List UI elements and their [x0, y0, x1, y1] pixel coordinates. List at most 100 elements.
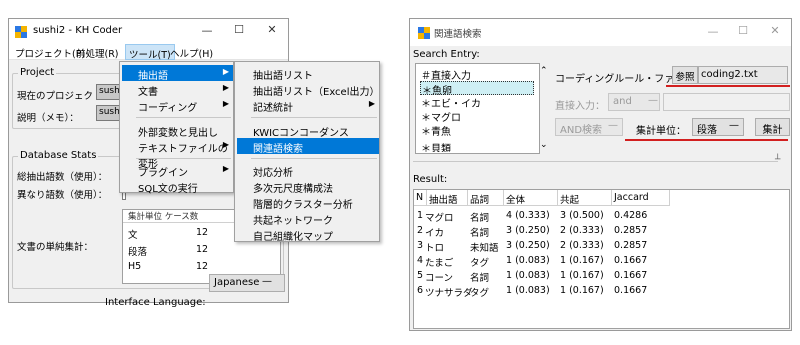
close-icon[interactable]: ✕ [257, 23, 287, 36]
menu-item-cooccurrence-network[interactable]: 共起ネットワーク [237, 210, 379, 227]
column-header-pos[interactable]: 品詞 [468, 190, 504, 206]
maximize-icon[interactable]: ☐ [728, 24, 758, 37]
direct-input-field[interactable] [663, 93, 790, 111]
minimize-icon[interactable]: — [192, 24, 222, 37]
cell-jaccard: 0.2857 [614, 240, 648, 251]
maximize-icon[interactable]: ☐ [224, 23, 254, 36]
cell-jaccard: 0.4286 [614, 210, 648, 221]
app-icon [418, 27, 430, 39]
search-entry-list[interactable]: ＃直接入力 ＊魚卵 ＊エビ・イカ ＊マグロ ＊青魚 ＊貝類 [415, 63, 540, 154]
cell-pos: 名詞 [470, 273, 490, 284]
unit-count: 12 [196, 227, 209, 238]
coding-file-field[interactable]: coding2.txt [698, 66, 788, 84]
menu-item-correspondence-analysis[interactable]: 対応分析 [237, 162, 379, 179]
total-words-label: 総抽出語数（使用）： [17, 172, 108, 183]
list-item[interactable]: ＊エビ・イカ [420, 95, 534, 110]
dropdown-arrow-icon[interactable]: — [729, 120, 739, 131]
menu-item-word-list[interactable]: 抽出語リスト [237, 65, 379, 82]
list-item[interactable]: ＊マグロ [420, 109, 534, 124]
interface-language-select[interactable]: Japanese [209, 274, 285, 292]
chevron-down-icon[interactable]: ⌄ [540, 140, 548, 150]
cell-cooccurrence: 2 (0.333) [560, 240, 604, 251]
cell-total: 3 (0.250) [506, 225, 550, 236]
cell-cooccurrence: 1 (0.167) [560, 285, 604, 296]
browse-button[interactable]: 参照 [672, 66, 698, 84]
aggregation-unit-label: 集計単位： [636, 126, 686, 137]
cell-jaccard: 0.2857 [614, 225, 648, 236]
menu-item-external-variables[interactable]: 外部変数と見出し [122, 122, 233, 139]
table-row[interactable]: 2 イカ 名詞 3 (0.250) 2 (0.333) 0.2857 [414, 224, 784, 239]
menu-item-descriptive-stats[interactable]: 記述統計 ▶ [237, 97, 379, 114]
aggregate-button[interactable]: 集計 [755, 118, 790, 136]
cell-total: 1 (0.083) [506, 270, 550, 281]
menu-item-text-transform[interactable]: テキストファイルの変形 ▶ [122, 138, 233, 170]
cell-cooccurrence: 1 (0.167) [560, 270, 604, 281]
direct-input-label: 直接入力： [555, 101, 605, 112]
cell-pos: タグ [470, 288, 490, 299]
cell-cooccurrence: 2 (0.333) [560, 225, 604, 236]
cell-cooccurrence: 3 (0.500) [560, 210, 604, 221]
list-item[interactable]: ＊青魚 [420, 123, 534, 138]
table-row[interactable]: 5 コーン 名詞 1 (0.083) 1 (0.167) 0.1667 [414, 269, 784, 284]
column-header-word[interactable]: 抽出語 [427, 190, 468, 206]
menu-item-word-list-excel[interactable]: 抽出語リスト（Excel出力） [237, 81, 380, 98]
list-item[interactable]: ＊貝類 [420, 140, 534, 152]
cell-total: 1 (0.083) [506, 255, 550, 266]
result-label: Result: [413, 174, 448, 185]
table-row[interactable]: 3 トロ 未知語 3 (0.250) 2 (0.333) 0.2857 [414, 239, 784, 254]
project-legend: Project [18, 67, 57, 78]
extracted-words-submenu: 抽出語リスト 抽出語リスト（Excel出力） 記述統計 ▶ KWICコンコーダン… [234, 61, 380, 243]
submenu-arrow-icon: ▶ [222, 140, 229, 149]
menu-bar: プロジェクト(P) 前処理(R) ツール(T) ヘルプ(H) [9, 44, 288, 61]
column-header-n[interactable]: N [414, 190, 427, 206]
menu-item-cluster-analysis[interactable]: 階層的クラスター分析 [237, 194, 379, 211]
result-table[interactable]: N 抽出語 品詞 全体 共起 Jaccard 1 マグロ 名詞 4 (0.333… [413, 189, 790, 329]
table-row[interactable]: 6 ツナサラダ タグ 1 (0.083) 1 (0.167) 0.1667 [414, 284, 784, 299]
title-bar[interactable]: 関連語検索 — ☐ ✕ [410, 19, 791, 46]
menu-preprocess[interactable]: 前処理(R) [73, 46, 122, 60]
submenu-arrow-icon: ▶ [222, 164, 229, 173]
submenu-arrow-icon: ▶ [222, 67, 229, 76]
menu-item-documents[interactable]: 文書 ▶ [122, 81, 233, 98]
dropdown-arrow-icon[interactable]: — [608, 120, 618, 131]
pane-splitter[interactable] [413, 161, 778, 162]
menu-item-plugins[interactable]: プラグイン ▶ [122, 162, 233, 179]
menu-help[interactable]: ヘルプ(H) [167, 46, 216, 60]
submenu-arrow-icon: ▶ [222, 99, 229, 108]
list-item-selected[interactable]: ＊魚卵 [420, 81, 534, 97]
memo-label: 説明（メモ）： [17, 113, 79, 124]
column-header-jaccard[interactable]: Jaccard [612, 190, 670, 206]
column-header-cooccurrence[interactable]: 共起 [558, 190, 612, 206]
red-underline-annotation [625, 139, 788, 141]
menu-item-kwic[interactable]: KWICコンコーダンス [237, 122, 379, 139]
menu-item-som[interactable]: 自己組織化マップ [237, 226, 379, 243]
cell-jaccard: 0.1667 [614, 285, 648, 296]
dropdown-arrow-icon[interactable]: — [262, 276, 272, 287]
minimize-icon[interactable]: — [698, 25, 728, 38]
unit-name: 文 [128, 230, 138, 241]
splitter-handle-icon[interactable]: ┴ [775, 155, 780, 165]
menu-item-sql[interactable]: SQL文の実行 [122, 178, 233, 195]
close-icon[interactable]: ✕ [760, 24, 790, 37]
cell-pos: 未知語 [470, 243, 499, 254]
menu-item-label: 関連語検索 [253, 144, 303, 155]
menu-item-coding[interactable]: コーディング ▶ [122, 97, 233, 114]
cell-jaccard: 0.1667 [614, 255, 648, 266]
chevron-up-icon[interactable]: ⌃ [540, 66, 548, 76]
table-row[interactable]: 4 たまご タグ 1 (0.083) 1 (0.167) 0.1667 [414, 254, 784, 269]
menu-item-mds[interactable]: 多次元尺度構成法 [237, 178, 379, 195]
dropdown-arrow-icon[interactable]: — [648, 95, 658, 106]
table-row: 段落 12 [123, 242, 280, 259]
table-row[interactable]: 1 マグロ 名詞 4 (0.333) 3 (0.500) 0.4286 [414, 209, 784, 224]
title-bar[interactable]: sushi2 - KH Coder — ☐ ✕ [9, 19, 288, 44]
cell-n: 5 [417, 270, 424, 281]
unit-name: 段落 [128, 247, 148, 258]
app-icon [15, 26, 27, 38]
menu-item-extracted-words[interactable]: 抽出語 ▶ [122, 65, 233, 82]
cell-word: マグロ [425, 213, 454, 224]
list-item[interactable]: ＃直接入力 [420, 67, 534, 82]
menu-item-label: 自己組織化マップ [253, 232, 333, 243]
menu-item-related-word-search[interactable]: 関連語検索 [237, 138, 379, 155]
column-header-total[interactable]: 全体 [504, 190, 558, 206]
cell-n: 2 [417, 225, 424, 236]
